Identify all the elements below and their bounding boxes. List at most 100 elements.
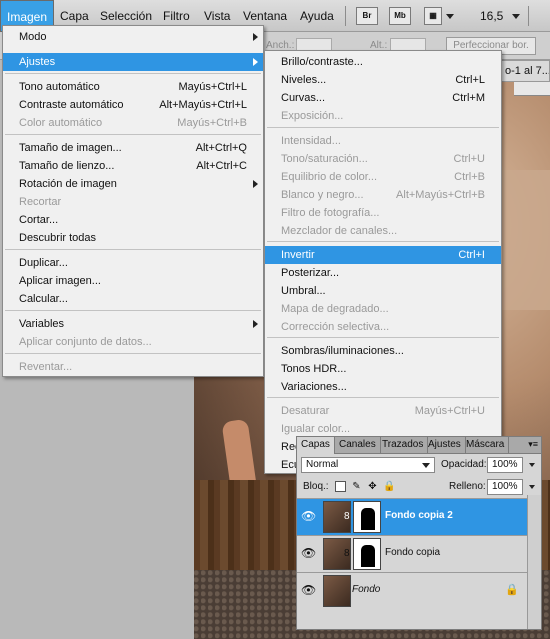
lock-transparency-icon[interactable] [335, 481, 346, 492]
menu-separator [267, 127, 499, 128]
menu-item-aplicar-imagen[interactable]: Aplicar imagen... [3, 272, 263, 290]
link-icon[interactable]: 8 [344, 511, 350, 522]
menu-item-tonos-hdr[interactable]: Tonos HDR... [265, 360, 501, 378]
tab-canales[interactable]: Canales [335, 437, 381, 454]
menu-item-shortcut: Ctrl+B [454, 171, 485, 183]
menu-item-label: Ajustes [19, 56, 56, 68]
menu-separator [5, 249, 261, 250]
menu-item-label: Modo [19, 31, 47, 43]
layer-row[interactable]: 👁 8 Fondo copia 2 [297, 498, 541, 535]
menu-item-recortar: Recortar [3, 193, 263, 211]
menu-item-descubrir-todas[interactable]: Descubrir todas [3, 229, 263, 247]
menu-separator [5, 73, 261, 74]
menu-item-invertir[interactable]: Invertir Ctrl+I [265, 246, 501, 264]
layer-name[interactable]: Fondo copia 2 [385, 510, 453, 521]
menu-item-correccion-selectiva: Corrección selectiva... [265, 318, 501, 336]
menu-item-equilibrio-de-color: Equilibrio de color... Ctrl+B [265, 168, 501, 186]
menu-item-curvas[interactable]: Curvas... Ctrl+M [265, 89, 501, 107]
lock-pixels-icon[interactable]: ✎ [351, 481, 362, 492]
menu-item-duplicar[interactable]: Duplicar... [3, 254, 263, 272]
menu-item-exposicion: Exposición... [265, 107, 501, 125]
imagen-menu: Modo Ajustes Tono automático Mayús+Ctrl+L Co… [2, 25, 264, 377]
eye-icon[interactable]: 👁 [301, 583, 316, 597]
layer-mask-thumbnail[interactable] [353, 501, 381, 533]
menu-item-modo[interactable]: Modo [3, 28, 263, 46]
menu-separator [267, 241, 499, 242]
layers-panel-tabs: Capas Canales Trazados Ajustes Máscara ▾… [297, 437, 541, 454]
zoom-level[interactable]: 16,5 [480, 0, 503, 32]
menu-item-label: Umbral... [281, 285, 326, 297]
menu-item-color-automatico: Color automático Mayús+Ctrl+B [3, 114, 263, 132]
tab-trazados[interactable]: Trazados [378, 437, 429, 454]
ajustes-submenu: Brillo/contraste... Niveles... Ctrl+L Curva… [264, 50, 502, 474]
document-tab[interactable]: o-1 al 7... [500, 60, 550, 82]
menu-item-label: Invertir [281, 249, 315, 261]
opacity-label: Opacidad: [441, 459, 487, 470]
menu-item-label: Contraste automático [19, 99, 124, 111]
menu-item-filtro-de-fotografia: Filtro de fotografía... [265, 204, 501, 222]
layer-name[interactable]: Fondo copia [385, 547, 440, 558]
menu-item-label: Curvas... [281, 92, 326, 104]
zoom-dropdown-icon[interactable] [512, 14, 520, 19]
menu-item-contraste-automatico[interactable]: Contraste automático Alt+Mayús+Ctrl+L [3, 96, 263, 114]
menu-item-label: Corrección selectiva... [281, 321, 390, 333]
view-extras-icon[interactable]: ▦ [424, 7, 442, 25]
lock-position-icon[interactable]: ✥ [367, 481, 378, 492]
eye-icon[interactable]: 👁 [301, 509, 316, 523]
menu-item-tamano-de-imagen[interactable]: Tamaño de imagen... Alt+Ctrl+Q [3, 139, 263, 157]
panel-menu-icon[interactable]: ▾≡ [528, 439, 538, 450]
layer-row[interactable]: 👁 8 Fondo copia [297, 535, 541, 572]
menu-separator [5, 134, 261, 135]
menu-item-umbral[interactable]: Umbral... [265, 282, 501, 300]
fill-field[interactable]: 100% [487, 479, 523, 495]
menu-item-ajustes[interactable]: Ajustes [3, 53, 263, 71]
opacity-dropdown-icon[interactable] [529, 463, 535, 467]
menu-item-label: Tonos HDR... [281, 363, 347, 375]
menu-item-posterizar[interactable]: Posterizar... [265, 264, 501, 282]
menu-item-tono-automatico[interactable]: Tono automático Mayús+Ctrl+L [3, 78, 263, 96]
menu-item-label: Variaciones... [281, 381, 347, 393]
layer-mask-thumbnail[interactable] [353, 538, 381, 570]
menu-ayuda[interactable]: Ayuda [294, 0, 340, 32]
menu-item-rotacion-de-imagen[interactable]: Rotación de imagen [3, 175, 263, 193]
menu-item-sombras-iluminaciones[interactable]: Sombras/iluminaciones... [265, 342, 501, 360]
tab-capas[interactable]: Capas [297, 437, 335, 454]
menu-item-calcular[interactable]: Calcular... [3, 290, 263, 308]
menu-item-variables[interactable]: Variables [3, 315, 263, 333]
menu-item-intensidad: Intensidad... [265, 132, 501, 150]
tab-ajustes[interactable]: Ajustes [424, 437, 466, 454]
chevron-down-icon [422, 463, 430, 468]
fill-label: Relleno: [449, 481, 486, 492]
layer-name[interactable]: Fondo [352, 584, 380, 595]
layers-scrollbar[interactable] [527, 495, 541, 629]
lock-all-icon[interactable]: 🔒 [383, 481, 395, 492]
menu-item-mezclador-de-canales: Mezclador de canales... [265, 222, 501, 240]
menubar-divider [528, 6, 529, 26]
menu-item-label: Mapa de degradado... [281, 303, 389, 315]
view-extras-dropdown-icon[interactable] [446, 14, 454, 19]
menu-item-tamano-de-lienzo[interactable]: Tamaño de lienzo... Alt+Ctrl+C [3, 157, 263, 175]
menu-item-mapa-de-degradado: Mapa de degradado... [265, 300, 501, 318]
tab-mascara[interactable]: Máscara [462, 437, 510, 454]
submenu-arrow-icon [253, 180, 258, 188]
fill-dropdown-icon[interactable] [529, 485, 535, 489]
opacity-field[interactable]: 100% [487, 457, 523, 473]
menu-item-variaciones[interactable]: Variaciones... [265, 378, 501, 396]
blend-mode-select[interactable]: Normal [301, 457, 435, 473]
lock-icon: 🔒 [505, 584, 519, 596]
menu-item-aplicar-conjunto-de-datos: Aplicar conjunto de datos... [3, 333, 263, 351]
bridge-button[interactable]: Br [356, 7, 378, 25]
menu-item-niveles[interactable]: Niveles... Ctrl+L [265, 71, 501, 89]
menu-item-cortar[interactable]: Cortar... [3, 211, 263, 229]
link-icon[interactable]: 8 [344, 548, 350, 559]
menu-item-label: Desaturar [281, 405, 330, 417]
mini-bridge-button[interactable]: Mb [389, 7, 411, 25]
menubar-divider [345, 6, 346, 26]
menu-item-blanco-y-negro: Blanco y negro... Alt+Mayús+Ctrl+B [265, 186, 501, 204]
menu-item-label: Tono/saturación... [281, 153, 368, 165]
menu-item-brillo-contraste[interactable]: Brillo/contraste... [265, 53, 501, 71]
layer-row[interactable]: 👁 Fondo 🔒 [297, 572, 541, 609]
menu-item-label: Mezclador de canales... [281, 225, 398, 237]
eye-icon[interactable]: 👁 [301, 546, 316, 560]
submenu-arrow-icon [253, 320, 258, 328]
